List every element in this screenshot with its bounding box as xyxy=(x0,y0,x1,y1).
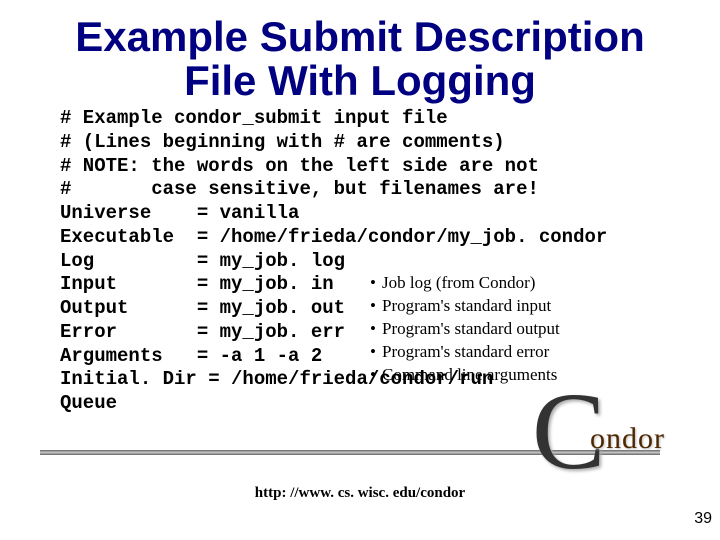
title-line-1: Example Submit Description xyxy=(75,13,644,60)
title-line-2: File With Logging xyxy=(184,57,536,104)
slide: Example Submit Description File With Log… xyxy=(0,0,720,540)
bullet-item: •Job log (from Condor) xyxy=(370,272,560,295)
footer-url: http: //www. cs. wisc. edu/condor xyxy=(0,485,720,502)
bullet-item: •Program's standard output xyxy=(370,318,560,341)
bullet-item: •Program's standard error xyxy=(370,341,560,364)
bullet-item: •Program's standard input xyxy=(370,295,560,318)
condor-logo: C ondor xyxy=(532,390,682,485)
page-number: 39 xyxy=(694,510,712,528)
logo-word: ondor xyxy=(590,422,665,456)
slide-title: Example Submit Description File With Log… xyxy=(30,15,690,103)
